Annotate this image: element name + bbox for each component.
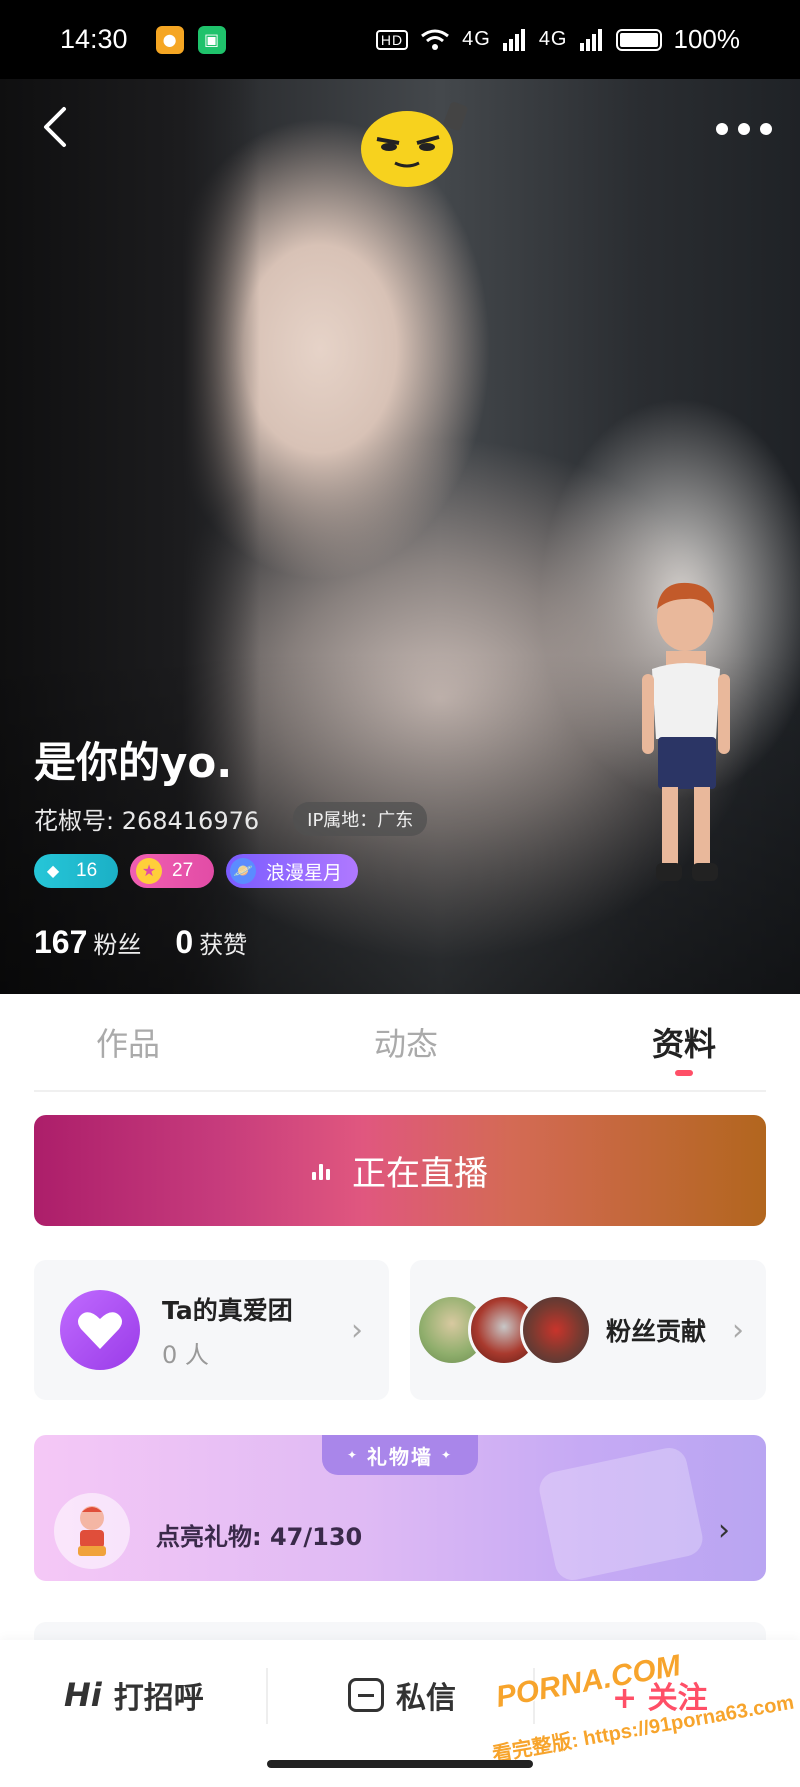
diamond-level: 16 [76, 860, 98, 881]
avatar [520, 1294, 592, 1366]
signal-left-icon: 4G [462, 28, 491, 50]
gift-thumbnail-icon [54, 1493, 130, 1569]
heart-icon [60, 1290, 140, 1370]
star-icon: ★ [136, 858, 162, 884]
planet-badge[interactable]: 🪐 浪漫星月 [226, 854, 358, 888]
likes-label: 获赞 [199, 931, 248, 959]
wifi-icon [421, 29, 450, 50]
chevron-right-icon: › [351, 1312, 363, 1348]
avatar-3d-figure[interactable] [630, 579, 740, 899]
greet-button[interactable]: Hi 打招呼 [64, 1660, 204, 1730]
sparkle-icon: ✦ [441, 1448, 454, 1462]
fan-contribution-card[interactable]: 粉丝贡献 › [410, 1260, 766, 1400]
gift-wall-card[interactable]: ✦ 礼物墙 ✦ 点亮礼物: 47/130 › [34, 1435, 766, 1581]
live-now-banner[interactable]: 正在直播 [34, 1115, 766, 1226]
fans-label: 粉丝 [93, 931, 142, 959]
profile-tabs: 作品 动态 资料 [34, 994, 766, 1092]
home-indicator[interactable] [267, 1760, 533, 1768]
gift-wall-title: ✦ 礼物墙 ✦ [322, 1435, 478, 1475]
signal-bars-icon [502, 28, 525, 51]
gift-lit-progress: 点亮礼物: 47/130 [156, 1523, 363, 1551]
profile-id-line: 花椒号: 268416976 IP属地：广东 [34, 801, 428, 836]
stat-fans[interactable]: 167 粉丝 [34, 924, 141, 961]
weibo-icon: ● [155, 25, 184, 54]
profile-name: 是你的yo. [34, 738, 233, 787]
hi-icon: Hi [64, 1676, 102, 1714]
tab-profile-info-label: 资料 [652, 1025, 717, 1063]
more-dot [738, 123, 750, 135]
hd-icon: HD [375, 29, 409, 50]
more-dot [760, 123, 772, 135]
signal-bars-2-icon [579, 28, 602, 51]
profile-cover: 是你的yo. 花椒号: 268416976 IP属地：广东 ◆ 16 ★ 27 … [0, 79, 800, 994]
more-dot [716, 123, 728, 135]
status-right: HD 4G 4G 100% [375, 24, 741, 55]
signal-right-icon: 4G [538, 28, 568, 50]
message-label: 私信 [396, 1681, 456, 1716]
profile-id[interactable]: 花椒号: 268416976 [34, 801, 259, 836]
stat-likes[interactable]: 0 获赞 [175, 924, 247, 961]
notification-icons: ● ▣ [155, 25, 226, 54]
fans-count: 167 [34, 924, 88, 960]
likes-count: 0 [175, 924, 194, 960]
status-time: 14:30 [60, 24, 128, 54]
message-icon [348, 1678, 384, 1712]
profile-stats: 167 粉丝 0 获赞 [34, 924, 247, 961]
message-button[interactable]: 私信 [348, 1660, 456, 1730]
level-star-badge[interactable]: ★ 27 [130, 854, 214, 888]
gift-box-decoration [536, 1444, 706, 1581]
tab-moments[interactable]: 动态 [303, 994, 510, 1090]
level-diamond-badge[interactable]: ◆ 16 [34, 854, 118, 888]
fan-contribution-label: 粉丝贡献 [606, 1317, 707, 1346]
fan-club-text: Ta的真爱团 0 人 [162, 1291, 293, 1370]
profile-page: 14:30 ● ▣ HD 4G 4G 100% 是你的yo. 花椒号: 2684… [0, 0, 800, 1787]
battery-icon [615, 28, 662, 51]
live-now-label: 正在直播 [352, 1154, 488, 1194]
planet-badge-label: 浪漫星月 [266, 862, 343, 884]
badge-row: ◆ 16 ★ 27 🪐 浪漫星月 [34, 854, 358, 888]
app-notification-icon: ▣ [197, 25, 226, 54]
tab-works[interactable]: 作品 [34, 994, 303, 1090]
greet-label: 打招呼 [113, 1681, 204, 1716]
live-bars-icon [312, 1162, 330, 1180]
chevron-right-icon: › [718, 1513, 730, 1548]
gift-wall-title-text: 礼物墙 [367, 1444, 433, 1469]
fan-club-card[interactable]: Ta的真爱团 0 人 › [34, 1260, 389, 1400]
ip-location-tag: IP属地：广东 [293, 801, 428, 836]
battery-percent: 100% [673, 24, 741, 54]
back-button[interactable] [40, 105, 90, 155]
tab-active-indicator [675, 1070, 694, 1076]
fan-club-title: Ta的真爱团 [162, 1295, 293, 1325]
more-button[interactable] [716, 109, 772, 149]
emoji-sticker[interactable] [355, 99, 470, 191]
star-level: 27 [172, 860, 194, 881]
planet-icon: 🪐 [230, 858, 256, 884]
divider [266, 1668, 268, 1724]
chevron-left-icon [44, 107, 66, 147]
chevron-right-icon: › [732, 1312, 744, 1348]
sparkle-icon: ✦ [346, 1448, 359, 1462]
status-bar: 14:30 ● ▣ HD 4G 4G 100% [0, 0, 800, 79]
fan-club-count: 0 人 [162, 1340, 209, 1369]
top-fan-avatars [416, 1294, 592, 1366]
tab-profile-info[interactable]: 资料 [509, 994, 766, 1090]
diamond-icon: ◆ [46, 863, 60, 880]
